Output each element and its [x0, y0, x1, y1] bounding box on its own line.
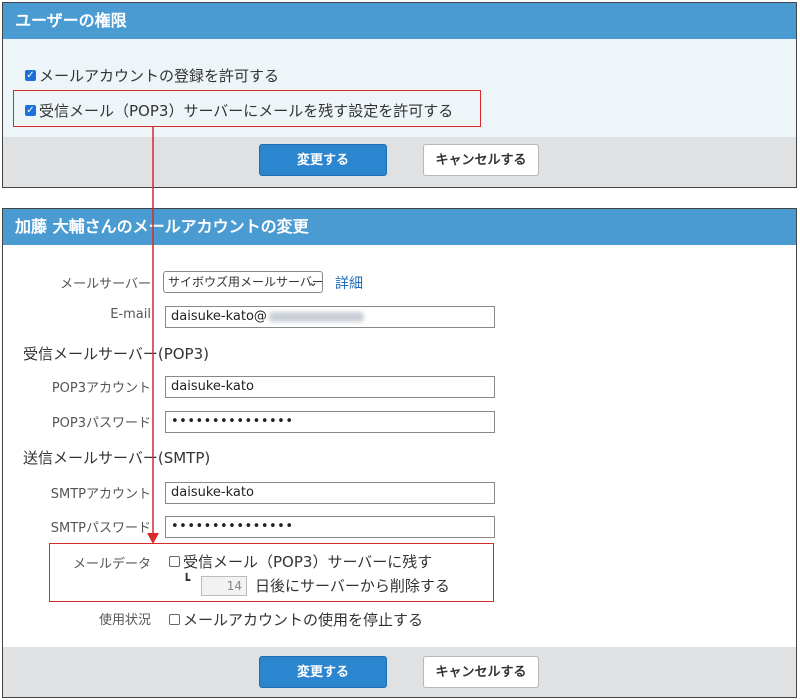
annotation-arrow — [147, 127, 159, 544]
arrow-head-icon — [147, 533, 159, 544]
